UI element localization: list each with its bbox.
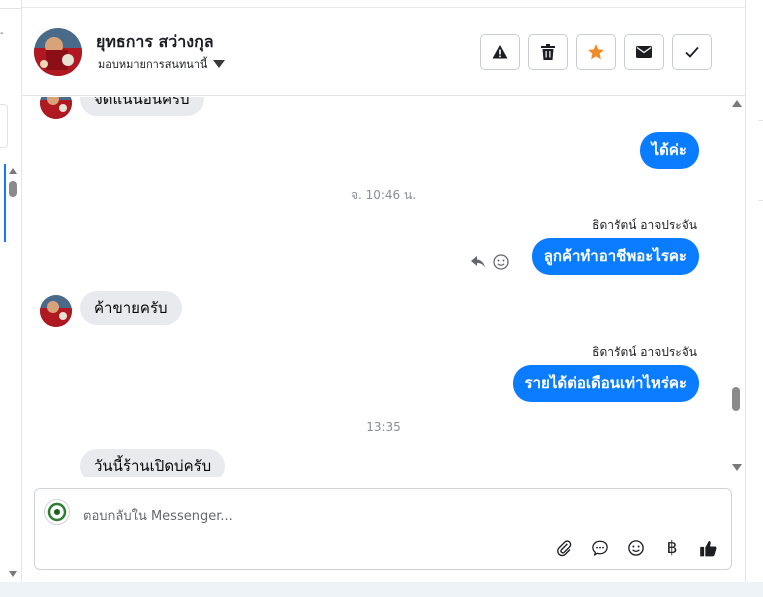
divider bbox=[758, 200, 763, 201]
reply-composer[interactable]: ตอบกลับใน Messenger... ฿ bbox=[34, 488, 732, 570]
attach-button[interactable] bbox=[553, 537, 575, 559]
thread-scroll-up-arrow[interactable] bbox=[732, 100, 742, 107]
contact-avatar-small bbox=[40, 97, 72, 119]
page-avatar bbox=[44, 499, 70, 525]
mark-unread-button[interactable] bbox=[624, 34, 664, 70]
emoji-icon bbox=[628, 540, 644, 556]
star-icon bbox=[588, 44, 604, 60]
conversation-panel: ยุทธการ สว่างกุล มอบหมายการสนทนานี้ จัดแ… bbox=[22, 0, 745, 582]
list-card-edge[interactable] bbox=[0, 104, 8, 148]
baht-icon: ฿ bbox=[666, 538, 678, 558]
divider bbox=[0, 8, 22, 9]
mark-done-button[interactable] bbox=[672, 34, 712, 70]
scroll-up-arrow[interactable] bbox=[9, 168, 17, 174]
caret-down-icon bbox=[213, 60, 226, 68]
star-button[interactable] bbox=[576, 34, 616, 70]
thread-scroll-down-arrow[interactable] bbox=[732, 464, 742, 471]
dash-mark: - bbox=[0, 28, 4, 39]
divider bbox=[758, 120, 763, 121]
outgoing-message[interactable]: ได้ค่ะ bbox=[639, 132, 699, 169]
selected-indicator bbox=[4, 164, 6, 242]
payment-button[interactable]: ฿ bbox=[661, 537, 683, 559]
assign-conversation-dropdown[interactable]: มอบหมายการสนทนานี้ bbox=[98, 55, 226, 73]
assign-label: มอบหมายการสนทนานี้ bbox=[98, 58, 208, 71]
report-button[interactable] bbox=[480, 34, 520, 70]
delete-button[interactable] bbox=[528, 34, 568, 70]
emoji-react-icon[interactable] bbox=[493, 254, 509, 270]
contact-avatar[interactable] bbox=[34, 28, 82, 76]
scrollbar-thumb[interactable] bbox=[9, 181, 17, 197]
like-button[interactable] bbox=[697, 537, 719, 559]
contact-avatar-small bbox=[40, 295, 72, 327]
left-conversation-list-edge: - bbox=[0, 0, 22, 582]
saved-reply-button[interactable] bbox=[589, 537, 611, 559]
like-icon bbox=[699, 540, 716, 556]
scroll-down-arrow[interactable] bbox=[9, 571, 17, 577]
composer-toolbar: ฿ bbox=[553, 537, 719, 559]
sender-name: ธิดารัตน์ อาจประจัน bbox=[592, 345, 697, 359]
timestamp: จ. 10:46 น. bbox=[350, 188, 417, 202]
sender-name: ธิดารัตน์ อาจประจัน bbox=[592, 218, 697, 232]
attachment-icon bbox=[557, 540, 572, 557]
right-details-panel-edge bbox=[745, 0, 763, 582]
incoming-message[interactable]: วันนี้ร้านเปิดบ่ครับ bbox=[80, 449, 226, 477]
outgoing-message[interactable]: ลูกค้าทำอาชีพอะไรคะ bbox=[531, 238, 699, 275]
incoming-message[interactable]: ค้าขายครับ bbox=[80, 291, 182, 325]
message-thread[interactable]: จัดแน่นอนครับ ได้ค่ะ จ. 10:46 น. ธิดารัต… bbox=[22, 97, 745, 477]
reply-input[interactable]: ตอบกลับใน Messenger... bbox=[83, 505, 233, 526]
trash-icon bbox=[541, 44, 555, 60]
incoming-message[interactable]: จัดแน่นอนครับ bbox=[80, 97, 204, 116]
contact-name[interactable]: ยุทธการ สว่างกุล bbox=[96, 30, 214, 55]
conversation-header: ยุทธการ สว่างกุล มอบหมายการสนทนานี้ bbox=[22, 8, 745, 96]
warning-icon bbox=[492, 45, 508, 59]
saved-reply-icon bbox=[592, 540, 608, 556]
emoji-button[interactable] bbox=[625, 537, 647, 559]
check-icon bbox=[685, 46, 699, 58]
reply-icon[interactable] bbox=[471, 256, 485, 268]
message-actions bbox=[471, 254, 509, 270]
envelope-icon bbox=[636, 46, 652, 58]
outgoing-message[interactable]: รายได้ต่อเดือนเท่าไหร่คะ bbox=[512, 365, 699, 402]
timestamp: 13:35 bbox=[366, 420, 401, 434]
thread-scrollbar-thumb[interactable] bbox=[732, 387, 740, 411]
